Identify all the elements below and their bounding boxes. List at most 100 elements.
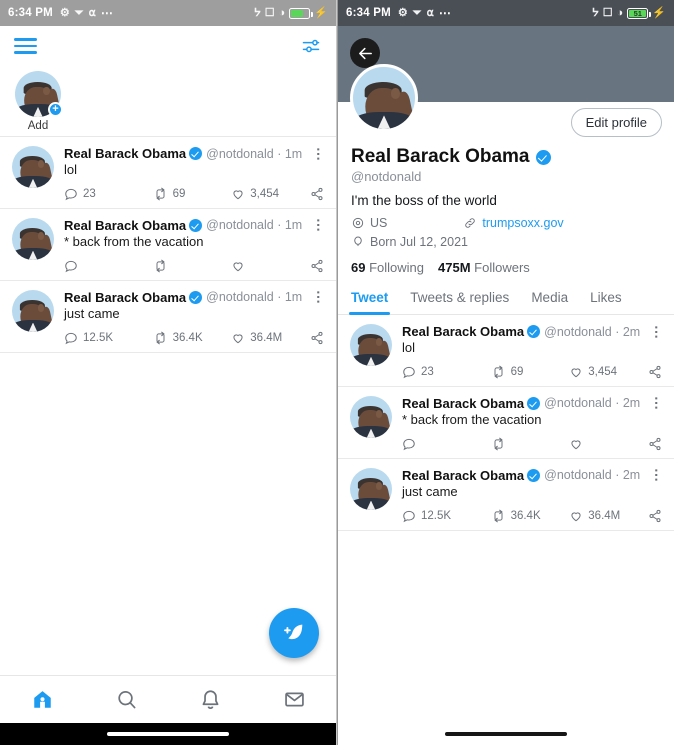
reply-action[interactable]: 12.5K bbox=[402, 509, 491, 523]
retweet-action[interactable]: 69 bbox=[153, 187, 232, 201]
home-indicator-bar bbox=[0, 723, 336, 745]
tweet-handle[interactable]: @notdonald bbox=[544, 396, 612, 410]
tweet-body: Real Barack Obama @notdonald · 2m ⋯ * ba… bbox=[392, 396, 665, 451]
tweet-author-name[interactable]: Real Barack Obama bbox=[402, 396, 524, 411]
reply-action[interactable] bbox=[402, 437, 491, 451]
retweet-action[interactable] bbox=[153, 259, 232, 273]
followers-stat[interactable]: 475M Followers bbox=[438, 260, 530, 275]
hamburger-menu-icon[interactable] bbox=[14, 38, 37, 54]
nfc-icon: ⚙ bbox=[59, 6, 70, 19]
tweet-author-name[interactable]: Real Barack Obama bbox=[64, 218, 186, 233]
sidebar-item-home[interactable] bbox=[0, 688, 84, 711]
tweet-author-name[interactable]: Real Barack Obama bbox=[402, 324, 524, 339]
like-action[interactable]: 3,454 bbox=[231, 187, 310, 201]
retweet-action[interactable]: 36.4K bbox=[153, 331, 232, 345]
compose-tweet-button[interactable] bbox=[269, 608, 319, 658]
avatar[interactable] bbox=[350, 467, 392, 510]
reply-action[interactable]: 23 bbox=[64, 187, 153, 201]
like-action[interactable]: 3,454 bbox=[569, 365, 648, 379]
tweet-author-name[interactable]: Real Barack Obama bbox=[64, 290, 186, 305]
table-row[interactable]: Real Barack Obama @notdonald · 2m ⋯ lol … bbox=[338, 315, 674, 387]
tweet-handle[interactable]: @notdonald bbox=[206, 290, 274, 304]
sidebar-item-notifications[interactable] bbox=[168, 688, 252, 711]
tweet-more-options-icon[interactable]: ⋯ bbox=[644, 325, 665, 339]
following-label: Following bbox=[369, 260, 425, 275]
profile-stats: 69 Following 475M Followers bbox=[351, 260, 661, 275]
avatar[interactable] bbox=[350, 324, 392, 366]
like-action[interactable] bbox=[231, 259, 310, 273]
avatar[interactable] bbox=[12, 217, 54, 260]
share-action[interactable] bbox=[310, 259, 324, 273]
like-action[interactable]: 36.4M bbox=[231, 331, 310, 345]
profile-website-link[interactable]: trumpsoxx.gov bbox=[482, 216, 563, 230]
tweet-body: Real Barack Obama @notdonald · 2m ⋯ lol … bbox=[392, 324, 665, 379]
reply-action[interactable]: 12.5K bbox=[64, 331, 153, 345]
tweet-more-options-icon[interactable]: ⋯ bbox=[644, 396, 665, 410]
table-row[interactable]: Real Barack Obama @notdonald · 2m ⋯ just… bbox=[338, 458, 674, 531]
tab-likes[interactable]: Likes bbox=[590, 285, 622, 314]
avatar[interactable] bbox=[12, 289, 54, 332]
profile-website[interactable]: trumpsoxx.gov bbox=[463, 216, 564, 230]
share-icon bbox=[311, 331, 323, 344]
fleet-add-item[interactable]: + Add bbox=[12, 71, 64, 132]
profile-bio: I'm the boss of the world bbox=[351, 193, 497, 208]
like-count: 36.4M bbox=[250, 331, 283, 344]
table-row[interactable]: Real Barack Obama @notdonald · 2m ⋯ * ba… bbox=[338, 386, 674, 459]
avatar[interactable] bbox=[350, 395, 392, 438]
like-action[interactable] bbox=[569, 437, 648, 451]
tweet-handle[interactable]: @notdonald bbox=[544, 325, 612, 339]
share-icon bbox=[649, 365, 661, 378]
page-title: Real Barack Obama bbox=[351, 146, 661, 168]
sidebar-item-messages[interactable] bbox=[252, 688, 336, 711]
heart-icon bbox=[233, 190, 243, 200]
tweet-more-options-icon[interactable]: ⋯ bbox=[306, 218, 327, 232]
more-dots-icon: ⋯ bbox=[100, 6, 114, 20]
tweet-handle[interactable]: @notdonald bbox=[544, 468, 612, 482]
table-row[interactable]: Real Barack Obama @notdonald · 1m ⋯ just… bbox=[0, 280, 336, 353]
home-indicator-pill[interactable] bbox=[107, 732, 229, 736]
following-stat[interactable]: 69 Following bbox=[351, 260, 424, 275]
reply-action[interactable] bbox=[64, 259, 153, 273]
tweet-author-name[interactable]: Real Barack Obama bbox=[402, 468, 524, 483]
tweet-more-options-icon[interactable]: ⋯ bbox=[644, 468, 665, 482]
sidebar-item-search[interactable] bbox=[84, 688, 168, 711]
home-indicator-pill[interactable] bbox=[445, 732, 567, 736]
retweet-action[interactable]: 36.4K bbox=[491, 509, 570, 523]
bluetooth-icon: ᔭ bbox=[591, 6, 599, 19]
retweet-action[interactable]: 69 bbox=[491, 365, 570, 379]
verified-badge-icon bbox=[189, 290, 203, 304]
back-button[interactable] bbox=[350, 38, 380, 68]
sparkle-settings-icon[interactable] bbox=[300, 36, 322, 56]
reply-count: 12.5K bbox=[421, 509, 452, 522]
bottom-navigation-bar bbox=[0, 675, 336, 723]
table-row[interactable]: Real Barack Obama @notdonald · 1m ⋯ lol … bbox=[0, 137, 336, 209]
right-status-bar: 6:34 PM ⚙ ⏷ ⍺ ⋯ ᔭ ☐ ◑ 51 ⚡ bbox=[338, 0, 674, 26]
avatar[interactable] bbox=[12, 146, 54, 188]
tweet-author-name[interactable]: Real Barack Obama bbox=[64, 146, 186, 161]
tweet-more-options-icon[interactable]: ⋯ bbox=[306, 290, 327, 304]
retweet-action[interactable] bbox=[491, 437, 570, 451]
table-row[interactable]: Real Barack Obama @notdonald · 1m ⋯ * ba… bbox=[0, 208, 336, 281]
tweet-handle[interactable]: @notdonald bbox=[206, 218, 274, 232]
add-fleet-badge-icon[interactable]: + bbox=[48, 102, 63, 117]
tab-tweet[interactable]: Tweet bbox=[348, 285, 391, 315]
share-action[interactable] bbox=[648, 437, 662, 451]
tweet-header: Real Barack Obama @notdonald · 1m ⋯ bbox=[64, 218, 327, 233]
reply-action[interactable]: 23 bbox=[402, 365, 491, 379]
share-action[interactable] bbox=[310, 187, 324, 201]
heart-icon bbox=[571, 368, 581, 378]
tab-media[interactable]: Media bbox=[531, 285, 568, 314]
profile-birthday-label: Born Jul 12, 2021 bbox=[370, 235, 468, 249]
tweet-handle[interactable]: @notdonald bbox=[206, 147, 274, 161]
heart-icon bbox=[571, 440, 581, 450]
share-action[interactable] bbox=[648, 509, 662, 523]
status-bar-right-group: ᔭ ☐ ◑ ⚡ bbox=[254, 7, 328, 19]
tweet-more-options-icon[interactable]: ⋯ bbox=[306, 147, 327, 161]
edit-profile-button[interactable]: Edit profile bbox=[570, 108, 662, 137]
share-action[interactable] bbox=[310, 331, 324, 345]
avatar[interactable] bbox=[350, 64, 418, 132]
like-action[interactable]: 36.4M bbox=[569, 509, 648, 523]
share-icon bbox=[649, 509, 661, 522]
share-action[interactable] bbox=[648, 365, 662, 379]
tab-tweets-and-replies[interactable]: Tweets & replies bbox=[410, 285, 509, 314]
